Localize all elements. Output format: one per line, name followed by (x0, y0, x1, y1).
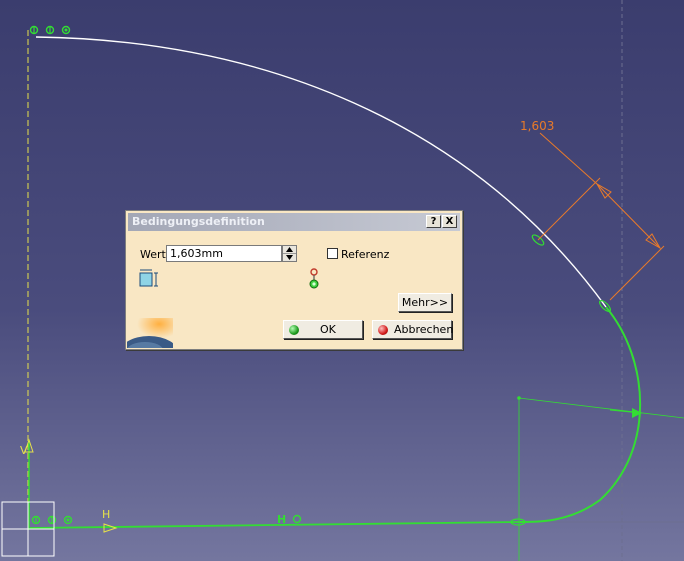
axis-h-arrow (103, 523, 118, 533)
dimension-extension-2 (609, 245, 665, 301)
referenz-checkbox[interactable] (327, 248, 338, 259)
dialog-title: Bedingungsdefinition (132, 215, 265, 228)
cancel-label: Abbrechen (394, 323, 454, 336)
ok-label: OK (320, 323, 336, 336)
dimension-type-icon[interactable] (139, 269, 161, 289)
dimension-line[interactable] (596, 183, 661, 249)
spin-up-icon[interactable] (283, 246, 296, 254)
top-constraint-markers[interactable] (29, 25, 71, 35)
wert-label: Wert (140, 248, 166, 261)
close-button[interactable]: X (442, 215, 457, 228)
spin-down-icon[interactable] (283, 254, 296, 261)
dimension-value[interactable]: 1,603 (520, 119, 554, 133)
dimension-leader (539, 132, 598, 185)
dialog-titlebar[interactable]: Bedingungsdefinition ? X (128, 213, 460, 231)
more-button[interactable]: Mehr>> (398, 293, 452, 312)
green-tangent-line (518, 397, 684, 419)
bottom-constraint-markers[interactable] (31, 515, 73, 525)
ok-icon (289, 324, 299, 335)
cancel-icon (378, 324, 388, 335)
constraint-icon[interactable] (307, 268, 321, 290)
wert-spinner[interactable] (282, 245, 297, 262)
wert-input[interactable] (166, 245, 282, 262)
dimension-extension-1 (537, 177, 601, 241)
axis-h-label: H (102, 508, 110, 521)
referenz-label: Referenz (341, 248, 390, 261)
construction-point[interactable] (517, 396, 521, 400)
help-button[interactable]: ? (426, 215, 441, 228)
origin-box-icon[interactable] (1, 501, 55, 557)
horizontal-constraint-circle[interactable] (292, 514, 302, 524)
horizontal-constraint-label[interactable]: H (277, 513, 286, 526)
ok-button[interactable]: OK (283, 320, 363, 339)
cancel-button[interactable]: Abbrechen (372, 320, 454, 339)
tangency-marker-2[interactable] (598, 299, 612, 313)
globe-logo-icon (127, 318, 173, 348)
constraint-definition-dialog: Bedingungsdefinition ? X Wert Referenz M… (125, 210, 463, 350)
